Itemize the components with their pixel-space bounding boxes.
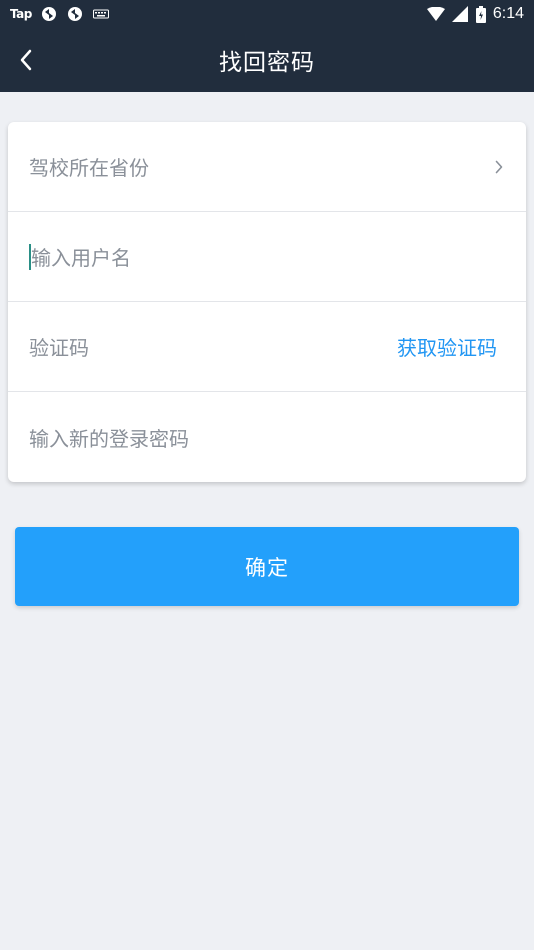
status-left-icons: Tap (10, 5, 110, 23)
chevron-left-icon (20, 49, 32, 71)
sync-icon (40, 5, 58, 23)
app-screen: Tap 6:14 找回密码 驾校所在省份 输入用户名 验证码 获取验证码 输入新… (0, 0, 534, 950)
new-password-field[interactable]: 输入新的登录密码 (8, 392, 526, 482)
status-time: 6:14 (492, 5, 524, 22)
back-button[interactable] (6, 40, 46, 80)
province-label: 驾校所在省份 (29, 156, 149, 180)
username-field[interactable]: 输入用户名 (8, 212, 526, 302)
verification-code-field[interactable]: 验证码 获取验证码 (8, 302, 526, 392)
wifi-icon (426, 5, 445, 23)
get-code-button[interactable]: 获取验证码 (397, 332, 497, 361)
status-bar: Tap 6:14 (0, 0, 534, 28)
keyboard-icon (92, 5, 110, 23)
province-selector[interactable]: 驾校所在省份 (8, 122, 526, 212)
text-cursor (29, 244, 31, 270)
tap-icon: Tap (10, 7, 32, 21)
chevron-right-icon (492, 158, 506, 176)
title-bar: 找回密码 (0, 28, 534, 92)
reset-password-form: 驾校所在省份 输入用户名 验证码 获取验证码 输入新的登录密码 (8, 122, 526, 482)
new-password-placeholder: 输入新的登录密码 (29, 426, 189, 451)
username-placeholder: 输入用户名 (31, 246, 131, 270)
page-title: 找回密码 (219, 50, 315, 76)
sync-icon (66, 5, 84, 23)
status-right-icons: 6:14 (426, 5, 524, 23)
confirm-button[interactable]: 确定 (15, 527, 519, 606)
code-placeholder: 验证码 (29, 336, 89, 360)
signal-icon (451, 5, 469, 23)
battery-icon (475, 5, 487, 23)
